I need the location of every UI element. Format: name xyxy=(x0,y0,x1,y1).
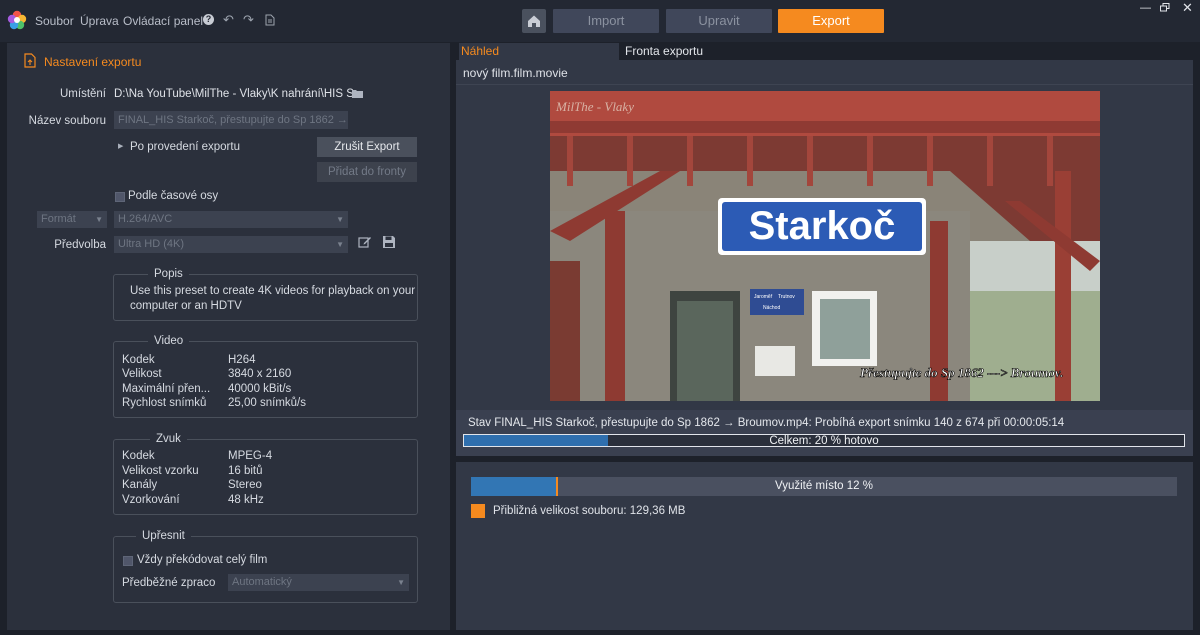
top-toolbar: Soubor Úprava Ovládací panel ? ↶ ↷ Impor… xyxy=(0,0,1200,42)
station-sign-text: Starkoč xyxy=(749,204,896,248)
panel-title: Nastavení exportu xyxy=(44,55,142,69)
audio-codec-value: MPEG-4 xyxy=(228,450,273,462)
export-settings-panel: Nastavení exportu Umístění D:\Na YouTube… xyxy=(7,43,450,630)
description-line-2: computer or an HDTV xyxy=(130,300,242,312)
preprocess-label: Předběžné zpraco xyxy=(122,577,216,589)
after-export-toggle[interactable]: Po provedení exportu xyxy=(130,141,240,153)
import-mode-button[interactable]: Import xyxy=(553,9,659,33)
video-framerate-value: 25,00 snímků/s xyxy=(228,397,306,409)
small-sign-text-2: Trutnov xyxy=(778,294,795,300)
tab-export-queue[interactable]: Fronta exportu xyxy=(621,43,1193,60)
cancel-export-button[interactable]: Zrušit Export xyxy=(317,137,417,157)
video-info-group: Video Kodek H264 Velikost 3840 x 2160 Ma… xyxy=(113,334,418,418)
disk-usage-label: Využité místo 12 % xyxy=(774,480,873,492)
undo-icon[interactable]: ↶ xyxy=(223,12,234,28)
filename-label: Název souboru xyxy=(28,115,106,127)
description-group: Popis Use this preset to create 4K video… xyxy=(113,267,418,321)
edit-mode-button[interactable]: Upravit xyxy=(666,9,772,33)
export-status-area: Stav FINAL_HIS Starkoč, přestupujte do S… xyxy=(456,410,1193,456)
location-label: Umístění xyxy=(59,88,106,100)
preview-video-frame: Jaroměř Trutnov Náchod Starkoč MilThe - … xyxy=(550,91,1100,401)
close-icon[interactable]: ✕ xyxy=(1182,0,1193,16)
preset-label: Předvolba xyxy=(54,239,106,251)
small-sign-text-1: Jaroměř xyxy=(754,294,773,300)
audio-info-group: Zvuk Kodek MPEG-4 Velikost vzorku 16 bit… xyxy=(113,432,418,515)
small-sign-text-3: Náchod xyxy=(763,305,780,311)
video-size-value: 3840 x 2160 xyxy=(228,368,292,380)
minimize-icon[interactable]: — xyxy=(1140,2,1151,14)
add-to-queue-button[interactable]: Přidat do fronty xyxy=(317,162,417,182)
help-icon[interactable]: ? xyxy=(203,14,214,25)
audio-title: Zvuk xyxy=(150,432,187,446)
export-mode-button[interactable]: Export xyxy=(778,9,884,33)
document-icon[interactable] xyxy=(265,14,275,26)
disk-space-panel: Využité místo 12 % Přibližná velikost so… xyxy=(456,462,1193,630)
menu-file[interactable]: Soubor xyxy=(35,14,74,28)
video-size-key: Velikost xyxy=(122,368,162,380)
audio-sample-size-key: Velikost vzorku xyxy=(122,465,199,477)
export-status-text: Stav FINAL_HIS Starkoč, přestupujte do S… xyxy=(468,417,1065,429)
description-line-1: Use this preset to create 4K videos for … xyxy=(130,285,416,297)
audio-codec-key: Kodek xyxy=(122,450,155,462)
location-value: D:\Na YouTube\MilThe - Vlaky\K nahrání\H… xyxy=(114,88,364,100)
preview-panel: nový film.film.movie Jaroměř Trutnov Nác… xyxy=(456,60,1193,456)
audio-sample-size-value: 16 bitů xyxy=(228,465,263,477)
overlay-caption-text: Přestupujte do Sp 1862 ---> Broumov. xyxy=(860,365,1063,380)
filename-input[interactable]: FINAL_HIS Starkoč, přestupujte do Sp 186… xyxy=(114,111,348,129)
total-progress-label: Celkem: 20 % hotovo xyxy=(769,435,879,447)
home-icon xyxy=(528,15,540,27)
expand-arrow-icon[interactable]: ▶ xyxy=(118,142,123,150)
tab-preview[interactable]: Náhled xyxy=(459,43,619,60)
audio-channels-key: Kanály xyxy=(122,479,158,491)
refine-group: Upřesnit Vždy překódovat celý film Předb… xyxy=(113,529,418,603)
video-title: Video xyxy=(148,334,190,348)
audio-channels-value: Stereo xyxy=(228,479,262,491)
preset-select[interactable]: Ultra HD (4K) ▼ xyxy=(114,236,348,253)
app-logo-icon xyxy=(7,10,27,30)
redo-icon[interactable]: ↷ xyxy=(243,12,254,28)
menu-edit[interactable]: Úprava xyxy=(80,14,119,28)
format-label-select[interactable]: Formát ▼ xyxy=(37,211,107,228)
watermark-text: MilThe - Vlaky xyxy=(555,99,634,114)
export-settings-icon xyxy=(24,53,36,68)
format-select[interactable]: H.264/AVC ▼ xyxy=(114,211,348,228)
edit-preset-icon[interactable] xyxy=(358,235,372,249)
estimated-size-label: Přibližná velikost souboru: 129,36 MB xyxy=(493,505,686,517)
always-recode-label: Vždy překódovat celý film xyxy=(137,554,268,566)
project-file-title: nový film.film.movie xyxy=(463,66,568,80)
timeline-checkbox[interactable] xyxy=(115,192,125,202)
video-bitrate-value: 40000 kBit/s xyxy=(228,383,292,395)
always-recode-checkbox[interactable] xyxy=(123,556,133,566)
refine-title: Upřesnit xyxy=(136,529,191,543)
description-title: Popis xyxy=(148,267,189,281)
timeline-label: Podle časové osy xyxy=(128,190,219,202)
total-progress-bar: Celkem: 20 % hotovo xyxy=(463,434,1185,447)
video-bitrate-key: Maximální přen... xyxy=(122,383,211,395)
restore-icon[interactable] xyxy=(1160,3,1170,12)
video-framerate-key: Rychlost snímků xyxy=(122,397,207,409)
home-button[interactable] xyxy=(522,9,546,33)
disk-usage-bar: Využité místo 12 % xyxy=(471,477,1177,496)
audio-samplerate-value: 48 kHz xyxy=(228,494,264,506)
video-codec-value: H264 xyxy=(228,354,256,366)
estimated-size-legend-icon xyxy=(471,504,485,518)
menu-control-panel[interactable]: Ovládací panel xyxy=(123,14,203,28)
video-codec-key: Kodek xyxy=(122,354,155,366)
preprocess-select[interactable]: Automatický ▼ xyxy=(228,574,409,591)
save-preset-icon[interactable] xyxy=(382,235,396,249)
audio-samplerate-key: Vzorkování xyxy=(122,494,180,506)
folder-icon[interactable] xyxy=(352,89,363,98)
